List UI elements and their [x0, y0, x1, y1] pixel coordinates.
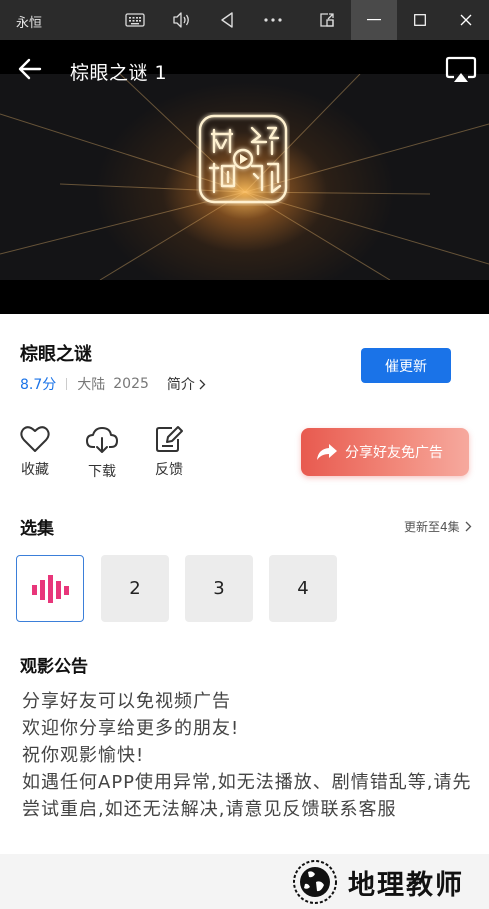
notice-line: 祝你观影愉快! — [22, 745, 145, 766]
video-player[interactable]: 棕眼之谜 1 — [0, 40, 489, 314]
download-label: 下载 — [88, 464, 116, 480]
favorite-label: 收藏 — [21, 462, 49, 478]
now-playing-bars-icon — [32, 574, 69, 603]
episode-3[interactable]: 3 — [185, 555, 253, 622]
episodes-more-link[interactable]: 更新至4集 — [404, 518, 472, 535]
maximize-icon — [414, 14, 426, 26]
more-icon[interactable] — [256, 0, 290, 40]
cast-icon[interactable] — [445, 56, 477, 88]
share-no-ads-banner[interactable]: 分享好友免广告 — [301, 428, 469, 476]
show-title: 棕眼之谜 — [20, 344, 92, 365]
episodes-title: 选集 — [20, 519, 54, 539]
window-titlebar: 永恒 — [0, 0, 489, 40]
pip-icon[interactable] — [310, 0, 344, 40]
watermark: 地理教师 — [288, 858, 464, 906]
notice-body: 分享好友可以免视频广告 欢迎你分享给更多的朋友! 祝你观影愉快! 如遇任何APP… — [22, 688, 472, 823]
download-button[interactable]: 下载 — [80, 425, 124, 481]
close-button[interactable] — [443, 0, 489, 40]
minimize-button[interactable] — [351, 0, 397, 40]
rating-score: 8.7分 — [20, 377, 57, 393]
notice-line: 如遇任何APP使用异常,如无法播放、剧情错乱等,请先尝试重启,如还无法解决,请意… — [22, 772, 472, 820]
show-meta: 8.7分 大陆 2025 简介 — [20, 374, 206, 394]
share-banner-label: 分享好友免广告 — [345, 445, 443, 461]
keyboard-icon[interactable] — [118, 0, 152, 40]
cloud-download-icon — [86, 427, 118, 453]
feedback-button[interactable]: 反馈 — [147, 425, 191, 479]
minimize-icon — [367, 19, 381, 21]
network-av-logo — [196, 112, 290, 206]
volume-icon[interactable] — [164, 0, 198, 40]
episodes-more-label: 更新至4集 — [404, 520, 460, 534]
favorite-button[interactable]: 收藏 — [13, 425, 57, 479]
region-label: 大陆 — [77, 377, 106, 393]
meta-divider — [66, 378, 68, 390]
close-icon — [460, 14, 472, 26]
edit-feedback-icon — [156, 426, 183, 452]
chevron-right-icon — [199, 379, 206, 389]
feedback-label: 反馈 — [155, 462, 183, 478]
app-title: 永恒 — [16, 16, 43, 31]
intro-label: 简介 — [166, 377, 195, 393]
globe-logo-icon — [293, 860, 337, 904]
notice-line: 欢迎你分享给更多的朋友! — [22, 718, 240, 739]
episode-2[interactable]: 2 — [101, 555, 169, 622]
video-title: 棕眼之谜 1 — [70, 62, 168, 84]
episode-1[interactable] — [16, 555, 84, 622]
request-update-button[interactable]: 催更新 — [361, 348, 451, 383]
heart-icon — [20, 426, 50, 452]
watermark-text: 地理教师 — [348, 869, 464, 901]
back-triangle-icon[interactable] — [210, 0, 244, 40]
notice-line: 分享好友可以免视频广告 — [22, 691, 231, 712]
year-label: 2025 — [113, 376, 149, 392]
video-bottom-bar — [0, 280, 489, 314]
notice-title: 观影公告 — [20, 657, 88, 677]
intro-link[interactable]: 简介 — [167, 374, 206, 394]
episode-4[interactable]: 4 — [269, 555, 337, 622]
maximize-button[interactable] — [397, 0, 443, 40]
chevron-right-icon — [465, 521, 472, 532]
share-arrow-icon — [317, 444, 337, 460]
back-arrow-icon[interactable] — [18, 58, 42, 84]
